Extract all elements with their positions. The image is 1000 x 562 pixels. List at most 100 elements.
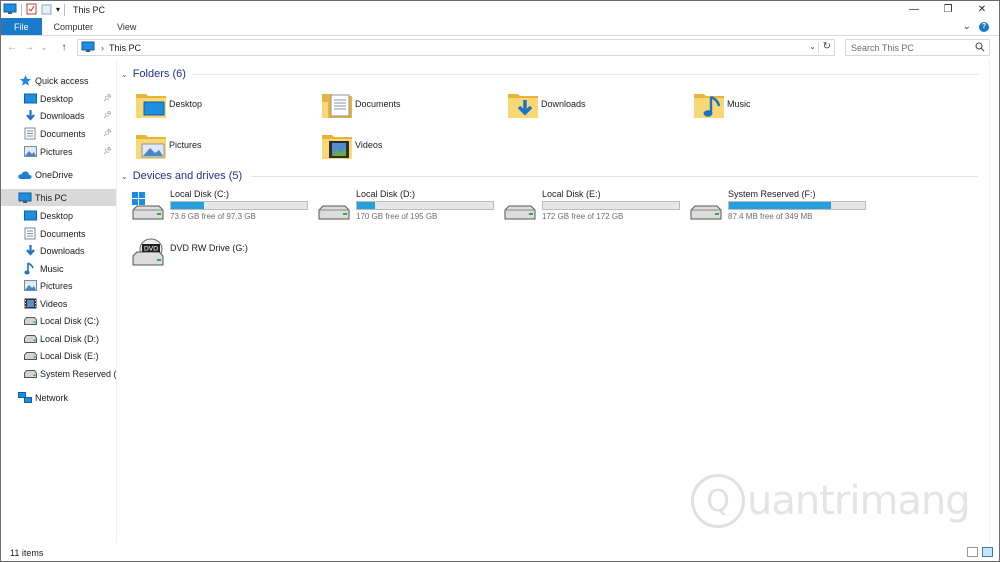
drive-tile-system-reserved-f[interactable]: System Reserved (F:) 87.4 MB free of 349… xyxy=(689,187,869,223)
pin-icon[interactable]: 📌︎ xyxy=(103,147,112,155)
drive-icon xyxy=(503,191,537,221)
sidebar-item-pc-documents[interactable]: Documents xyxy=(1,225,116,242)
pictures-icon xyxy=(23,145,37,159)
search-box[interactable]: Search This PC xyxy=(845,39,990,56)
properties-icon[interactable] xyxy=(26,3,37,17)
navigation-pane: Quick access Desktop 📌︎ Downloads 📌︎ Doc… xyxy=(1,59,117,543)
maximize-button[interactable]: ❐ xyxy=(931,1,965,18)
pin-icon[interactable]: 📌︎ xyxy=(103,111,112,119)
sidebar-item-label: OneDrive xyxy=(35,169,74,180)
sidebar-item-quick-access[interactable]: Quick access xyxy=(1,72,116,89)
close-button[interactable]: ✕ xyxy=(965,1,999,18)
sidebar-item-onedrive[interactable]: OneDrive xyxy=(1,166,116,183)
sidebar-item-label: Downloads xyxy=(40,245,85,256)
sidebar-item-pc-downloads[interactable]: Downloads xyxy=(1,242,116,259)
folder-tile-downloads[interactable]: Downloads xyxy=(507,85,586,123)
drive-tile-local-disk-e[interactable]: Local Disk (E:) 172 GB free of 172 GB xyxy=(503,187,683,223)
recent-locations-button[interactable]: ⌄ xyxy=(38,43,50,52)
sidebar-item-this-pc[interactable]: This PC xyxy=(1,189,116,206)
sidebar-item-pc-videos[interactable]: Videos xyxy=(1,295,116,312)
address-bar[interactable]: › This PC ⌄ ↻ xyxy=(77,39,835,56)
sidebar-item-label: System Reserved (F: xyxy=(40,368,116,379)
drive-name: Local Disk (C:) xyxy=(170,189,230,199)
back-button[interactable]: ← xyxy=(6,42,18,53)
large-icons-view-icon[interactable] xyxy=(982,547,993,557)
forward-button[interactable]: → xyxy=(23,42,35,53)
cloud-icon xyxy=(18,168,32,182)
dvd-drive-icon: DVD xyxy=(131,237,165,267)
sidebar-item-qa-pictures[interactable]: Pictures 📌︎ xyxy=(1,143,116,160)
drive-tile-dvd-g[interactable]: DVD DVD RW Drive (G:) xyxy=(131,233,311,269)
folder-tile-desktop[interactable]: Desktop xyxy=(135,85,202,123)
drive-tile-local-disk-d[interactable]: Local Disk (D:) 170 GB free of 195 GB xyxy=(317,187,497,223)
drive-tile-local-disk-c[interactable]: Local Disk (C:) 73.6 GB free of 97.3 GB xyxy=(131,187,311,223)
devices-group-header[interactable]: ⌄ Devices and drives (5) xyxy=(121,168,981,184)
tab-computer[interactable]: Computer xyxy=(42,18,106,35)
breadcrumb-separator[interactable]: › xyxy=(101,43,104,53)
drive-name: DVD RW Drive (G:) xyxy=(170,243,248,253)
sidebar-item-label: Network xyxy=(35,392,69,403)
window-title: This PC xyxy=(73,4,106,15)
folder-tile-documents[interactable]: Documents xyxy=(321,85,401,123)
sidebar-item-local-disk-d[interactable]: Local Disk (D:) xyxy=(1,330,116,347)
sidebar-item-pc-desktop[interactable]: Desktop xyxy=(1,207,116,224)
tab-file[interactable]: File xyxy=(1,18,42,35)
folder-label: Desktop xyxy=(169,99,203,109)
drive-name: Local Disk (E:) xyxy=(542,189,601,199)
drive-usage-fill xyxy=(729,202,831,209)
drive-usage-bar xyxy=(728,201,866,210)
tab-view[interactable]: View xyxy=(105,18,148,35)
up-button[interactable]: ↑ xyxy=(58,42,70,53)
folder-tile-pictures[interactable]: Pictures xyxy=(135,126,202,164)
sidebar-item-pc-pictures[interactable]: Pictures xyxy=(1,277,116,294)
watermark-q: Q xyxy=(691,474,745,528)
sidebar-item-local-disk-e[interactable]: Local Disk (E:) xyxy=(1,347,116,364)
sidebar-item-label: Local Disk (E:) xyxy=(40,350,99,361)
breadcrumb-this-pc[interactable]: This PC xyxy=(109,43,141,53)
expand-ribbon-icon[interactable]: ⌄ xyxy=(963,21,971,32)
sidebar-item-system-reserved-f[interactable]: System Reserved (F: xyxy=(1,365,116,382)
refresh-icon[interactable]: ↻ xyxy=(823,41,831,52)
drive-icon xyxy=(317,191,351,221)
folder-tile-music[interactable]: Music xyxy=(693,85,751,123)
sidebar-item-label: Desktop xyxy=(40,210,74,221)
new-folder-icon[interactable] xyxy=(41,3,52,17)
watermark-logo: Q uantrimang xyxy=(691,471,981,531)
minimize-button[interactable]: — xyxy=(897,1,931,18)
folder-tile-videos[interactable]: Videos xyxy=(321,126,382,164)
folders-group-header[interactable]: ⌄ Folders (6) xyxy=(121,66,981,82)
collapse-chevron-icon[interactable]: ⌄ xyxy=(121,172,128,181)
details-view-icon[interactable] xyxy=(967,547,978,557)
videos-icon xyxy=(23,297,37,311)
sidebar-item-qa-downloads[interactable]: Downloads 📌︎ xyxy=(1,107,116,124)
help-icon[interactable]: ? xyxy=(979,21,989,32)
drive-icon xyxy=(23,332,37,346)
pictures-folder-icon xyxy=(135,129,167,161)
desktop-icon xyxy=(23,209,37,223)
search-icon[interactable] xyxy=(975,42,985,54)
sidebar-item-qa-documents[interactable]: Documents 📌︎ xyxy=(1,125,116,142)
drive-name: System Reserved (F:) xyxy=(728,189,816,199)
sidebar-item-local-disk-c[interactable]: Local Disk (C:) xyxy=(1,312,116,329)
drive-icon xyxy=(23,349,37,363)
customize-qat-icon[interactable]: ▾ xyxy=(56,5,60,14)
sidebar-item-qa-desktop[interactable]: Desktop 📌︎ xyxy=(1,90,116,107)
downloads-icon xyxy=(23,244,37,258)
vertical-scrollbar[interactable] xyxy=(989,59,999,543)
sidebar-item-pc-music[interactable]: Music xyxy=(1,260,116,277)
pin-icon[interactable]: 📌︎ xyxy=(103,94,112,102)
item-count: 11 items xyxy=(10,547,44,558)
view-switcher xyxy=(967,547,993,557)
collapse-chevron-icon[interactable]: ⌄ xyxy=(121,70,128,79)
pictures-icon xyxy=(23,279,37,293)
drive-usage-bar xyxy=(170,201,308,210)
folder-label: Videos xyxy=(355,140,383,150)
sidebar-item-label: Downloads xyxy=(40,110,85,121)
pin-icon[interactable]: 📌︎ xyxy=(103,129,112,137)
computer-icon[interactable] xyxy=(3,3,17,17)
drive-free-space: 170 GB free of 195 GB xyxy=(356,212,438,221)
drive-free-space: 73.6 GB free of 97.3 GB xyxy=(170,212,256,221)
desktop-folder-icon xyxy=(135,88,167,120)
address-dropdown-icon[interactable]: ⌄ xyxy=(809,42,816,51)
sidebar-item-network[interactable]: Network xyxy=(1,389,116,406)
